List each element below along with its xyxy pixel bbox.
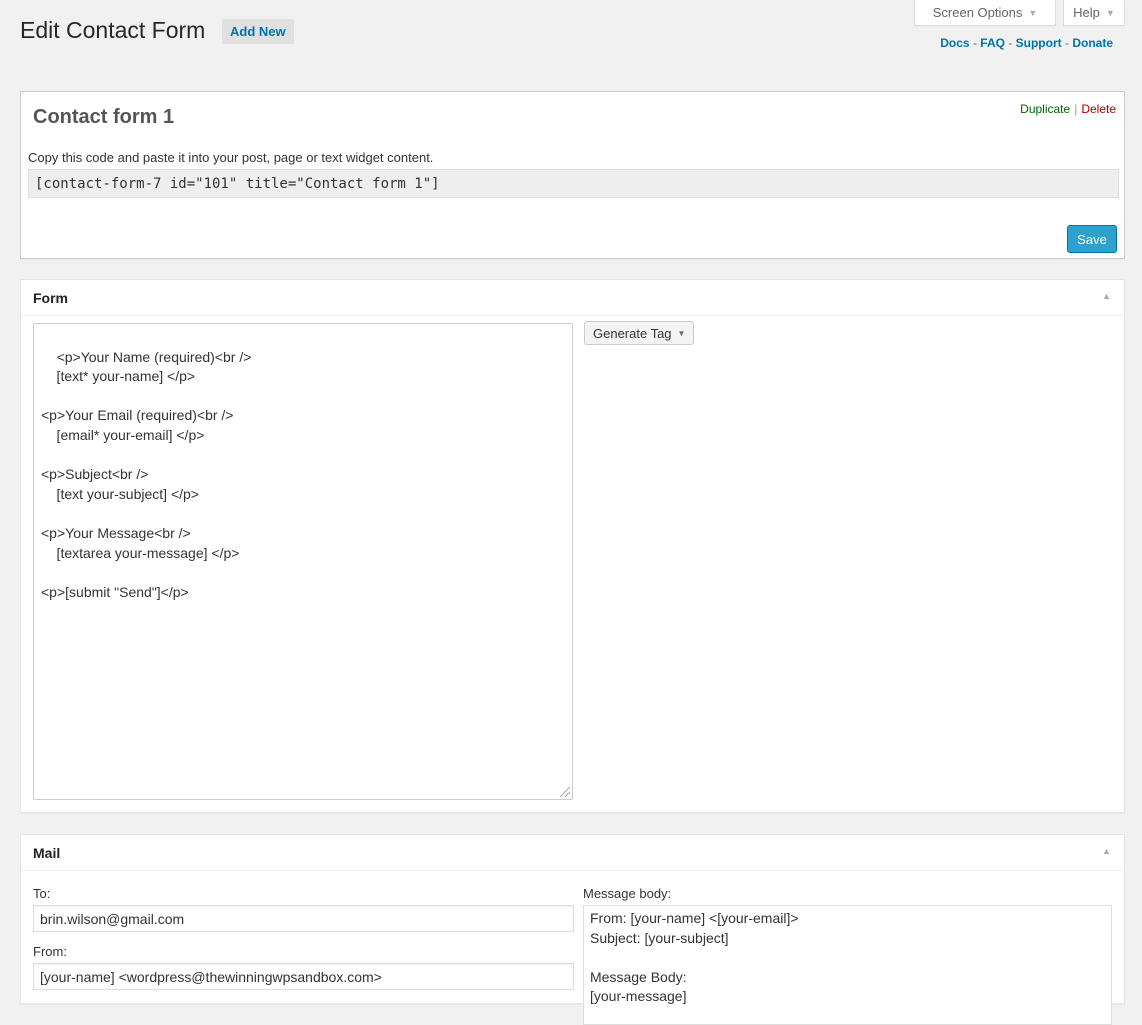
form-template-editor[interactable]: <p>Your Name (required)<br /> [text* you… [33, 323, 573, 800]
title-box: Contact form 1 Duplicate | Delete Copy thi… [20, 91, 1125, 259]
shortcode-field[interactable]: [contact-form-7 id="101" title="Contact … [28, 169, 1119, 198]
screen-options-label: Screen Options [932, 5, 1023, 20]
form-template-text: <p>Your Name (required)<br /> [text* you… [41, 348, 252, 600]
help-tab[interactable]: Help ▼ [1063, 0, 1125, 26]
link-separator: - [1008, 36, 1013, 50]
mail-section: Mail ▲ To: brin.wilson@gmail.com From: [… [20, 834, 1125, 1025]
save-button[interactable]: Save [1067, 225, 1117, 253]
mail-section-header[interactable]: Mail ▲ [21, 835, 1124, 871]
caret-down-icon: ▼ [1105, 7, 1115, 18]
form-actions: Duplicate | Delete [1020, 102, 1116, 116]
screen-options-tab[interactable]: Screen Options ▼ [914, 0, 1056, 26]
link-separator: - [1064, 36, 1069, 50]
mail-section-title: Mail [33, 845, 61, 861]
faq-link[interactable]: FAQ [980, 36, 1005, 50]
generate-tag-label: Generate Tag [593, 325, 672, 341]
page-title: Edit Contact Form [20, 17, 206, 43]
duplicate-link[interactable]: Duplicate [1020, 102, 1070, 116]
resize-handle-icon[interactable] [560, 787, 570, 797]
screen-meta-links: Screen Options ▼ Help ▼ [914, 0, 1125, 26]
action-divider: | [1074, 102, 1078, 116]
from-field[interactable]: [your-name] <wordpress@thewinningwpsandb… [33, 963, 574, 990]
from-label: From: [33, 944, 67, 959]
generate-tag-button[interactable]: Generate Tag ▼ [584, 321, 695, 345]
form-name[interactable]: Contact form 1 [33, 106, 174, 129]
copy-hint: Copy this code and paste it into your po… [28, 150, 434, 165]
support-link[interactable]: Support [1016, 36, 1062, 50]
form-section-header[interactable]: Form ▲ [21, 280, 1124, 316]
collapse-icon[interactable]: ▲ [1102, 291, 1111, 301]
add-new-button[interactable]: Add New [222, 19, 294, 44]
link-separator: - [972, 36, 977, 50]
caret-down-icon: ▼ [677, 328, 686, 338]
form-section: Form ▲ <p>Your Name (required)<br /> [te… [20, 279, 1125, 813]
delete-link[interactable]: Delete [1081, 102, 1116, 116]
message-body-field[interactable]: From: [your-name] <[your-email]> Subject… [583, 905, 1112, 1025]
caret-down-icon: ▼ [1028, 7, 1038, 18]
to-field[interactable]: brin.wilson@gmail.com [33, 905, 574, 932]
form-section-title: Form [33, 290, 68, 306]
to-label: To: [33, 886, 51, 901]
help-label: Help [1073, 5, 1100, 20]
message-body-label: Message body: [583, 886, 672, 901]
collapse-icon[interactable]: ▲ [1102, 846, 1111, 856]
docs-link[interactable]: Docs [940, 36, 969, 50]
help-links: Docs - FAQ - Support - Donate [940, 36, 1113, 50]
donate-link[interactable]: Donate [1072, 36, 1113, 50]
